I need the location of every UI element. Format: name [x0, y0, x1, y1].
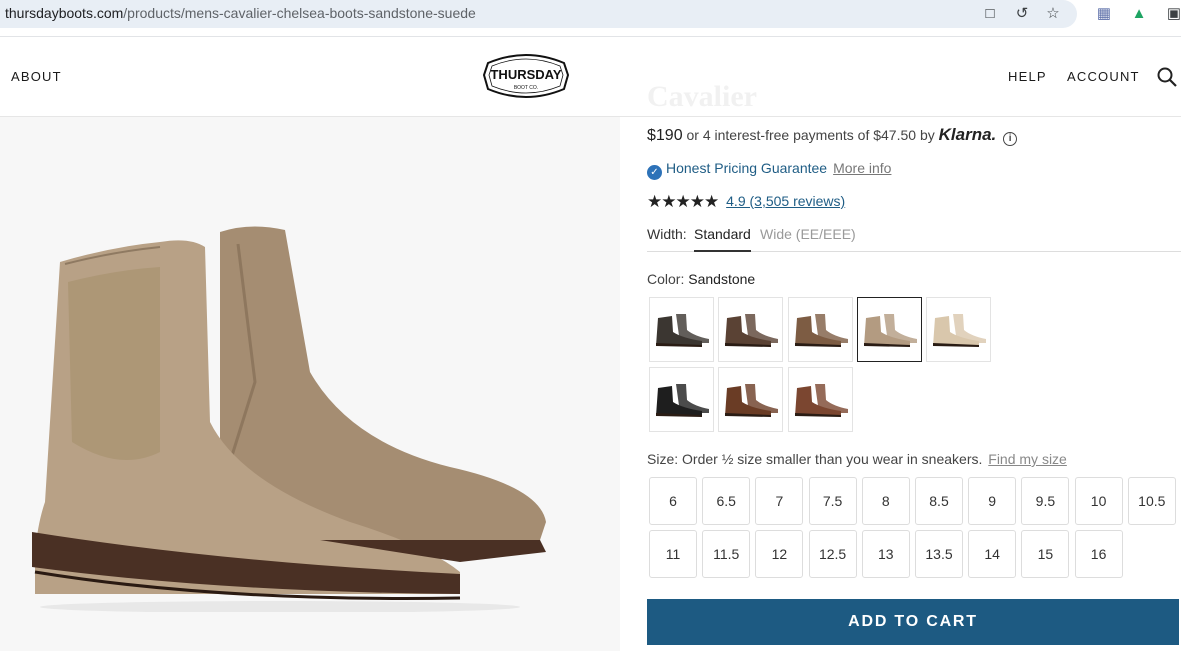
size-option[interactable]: 11	[649, 530, 697, 578]
width-standard-tab[interactable]: Standard	[694, 226, 751, 252]
url-text[interactable]: thursdayboots.com/products/mens-cavalier…	[5, 5, 476, 21]
swatch-boot-image	[863, 314, 917, 347]
star-icon: ★	[704, 192, 719, 211]
swatch-boot-image	[794, 314, 848, 347]
price: $190	[647, 127, 683, 144]
bookmark-star-icon[interactable]: ☆	[1044, 5, 1062, 23]
size-option[interactable]: 10.5	[1127, 477, 1176, 525]
address-bar[interactable]: thursdayboots.com/products/mens-cavalier…	[0, 0, 1077, 28]
size-option[interactable]: 15	[1021, 530, 1070, 578]
star-icon: ★	[689, 192, 705, 211]
size-option[interactable]: 12	[755, 530, 804, 578]
color-swatch[interactable]	[856, 297, 922, 362]
swatch-boot-image	[725, 384, 779, 417]
color-swatch[interactable]	[649, 367, 714, 432]
color-swatch[interactable]	[926, 297, 992, 362]
boot-image	[32, 226, 546, 612]
honest-pricing-guarantee: ✓ Honest Pricing Guarantee More info	[647, 160, 891, 180]
size-option[interactable]: 6.5	[702, 477, 751, 525]
browser-toolbar: thursdayboots.com/products/mens-cavalier…	[0, 0, 1181, 37]
width-label: Width:	[647, 226, 687, 242]
star-icon: ★	[661, 192, 676, 211]
drive-icon[interactable]: ▲	[1130, 5, 1148, 23]
check-badge-icon: ✓	[647, 165, 662, 180]
swatch-boot-image	[933, 314, 987, 347]
product-image[interactable]	[0, 117, 620, 651]
swatch-boot-image	[725, 314, 779, 347]
thursday-logo[interactable]: THURSDAY BOOT CO.	[482, 49, 570, 103]
size-option[interactable]: 14	[968, 530, 1017, 578]
size-option[interactable]: 7	[755, 477, 804, 525]
star-icon: ★	[675, 192, 691, 211]
width-wide-tab[interactable]: Wide (EE/EEE)	[760, 226, 856, 242]
color-swatch[interactable]	[649, 297, 714, 362]
find-my-size-link[interactable]: Find my size	[988, 451, 1067, 467]
size-label: Size: Order ½ size smaller than you wear…	[647, 451, 1067, 467]
color-swatch[interactable]	[718, 297, 784, 362]
guarantee-text: Honest Pricing Guarantee	[666, 160, 828, 176]
nav-about[interactable]: ABOUT	[11, 69, 62, 84]
size-option[interactable]: 13.5	[915, 530, 963, 578]
size-option[interactable]: 13	[861, 530, 910, 578]
color-swatch[interactable]	[787, 367, 853, 432]
width-selector: Width: Standard Wide (EE/EEE)	[647, 226, 1181, 252]
search-icon[interactable]	[1157, 67, 1177, 87]
installments-text: or 4 interest-free payments of $47.50 by	[686, 127, 935, 143]
product-title: Cavalier	[647, 80, 757, 113]
star-icon: ★	[647, 192, 662, 211]
size-option[interactable]: 9	[968, 477, 1017, 525]
size-option[interactable]: 12.5	[808, 530, 857, 578]
size-option[interactable]: 6	[649, 477, 697, 525]
extension-icon[interactable]: ▦	[1095, 5, 1113, 23]
clipboard-icon[interactable]: □	[981, 5, 999, 23]
reviews-link[interactable]: 4.9 (3,505 reviews)	[726, 193, 845, 209]
swatch-boot-image	[656, 314, 709, 347]
price-line: $190 or 4 interest-free payments of $47.…	[647, 125, 1018, 146]
puzzle-extensions-icon[interactable]: ▣	[1165, 5, 1181, 23]
size-option[interactable]: 16	[1074, 530, 1123, 578]
selected-color: Sandstone	[688, 271, 756, 287]
add-to-cart-button[interactable]: ADD TO CART	[647, 599, 1179, 645]
site-header: ABOUT THURSDAY BOOT CO. HELP ACCOUNT	[0, 37, 1181, 117]
more-info-link[interactable]: More info	[833, 160, 891, 176]
info-icon[interactable]: i	[1003, 132, 1018, 146]
nav-help[interactable]: HELP	[1008, 69, 1047, 84]
rating: ★★★★★ 4.9 (3,505 reviews)	[647, 192, 845, 212]
size-option[interactable]: 8.5	[915, 477, 963, 525]
color-swatch[interactable]	[718, 367, 784, 432]
color-swatch[interactable]	[787, 297, 853, 362]
share-icon[interactable]: ↺	[1013, 5, 1031, 23]
svg-text:BOOT CO.: BOOT CO.	[514, 85, 538, 91]
swatch-boot-image	[656, 384, 709, 417]
size-option[interactable]: 11.5	[702, 530, 751, 578]
color-label: Color: Sandstone	[647, 271, 756, 287]
size-option[interactable]: 8	[861, 477, 910, 525]
size-option[interactable]: 7.5	[808, 477, 857, 525]
size-option[interactable]: 10	[1074, 477, 1123, 525]
swatch-boot-image	[794, 384, 848, 417]
svg-text:THURSDAY: THURSDAY	[490, 67, 561, 82]
size-option[interactable]: 9.5	[1021, 477, 1070, 525]
klarna-logo: Klarna.	[938, 125, 997, 144]
nav-account[interactable]: ACCOUNT	[1067, 69, 1140, 84]
